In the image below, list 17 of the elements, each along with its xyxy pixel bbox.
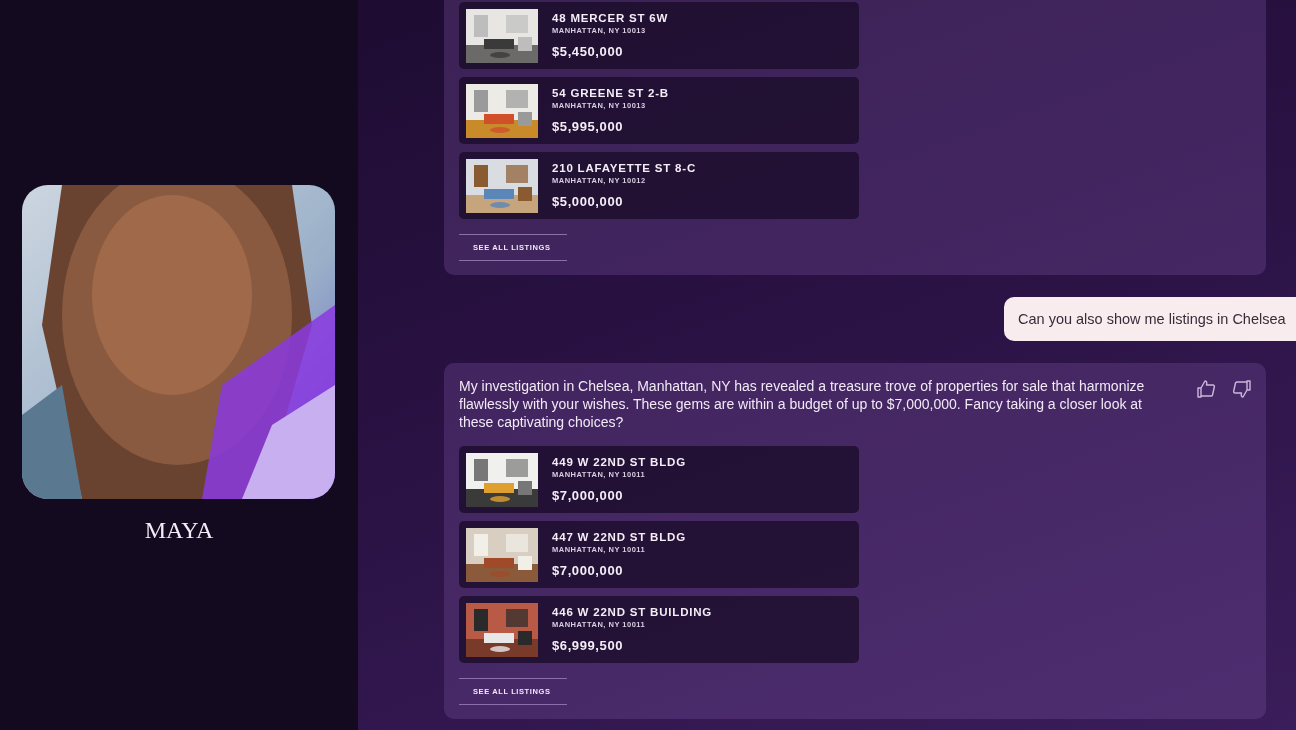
assistant-name: MAYA xyxy=(144,516,214,544)
listing-price: $5,995,000 xyxy=(552,119,625,134)
listing-address: 449 W 22ND ST BLDG xyxy=(552,456,686,468)
thumbs-down-icon[interactable] xyxy=(1232,379,1252,399)
listing-price: $7,000,000 xyxy=(552,563,625,578)
assistant-message-text: My investigation in Chelsea, Manhattan, NY has revealed a treasure trove of properties for sale that harmonize flawlessly with your wishes. These gems are within a budget of up to $7,000,000. Fancy taking a closer look at these captivating choices? xyxy=(459,377,1146,431)
listing-address: 210 LAFAYETTE ST 8-C xyxy=(552,162,697,174)
listing-price: $5,450,000 xyxy=(552,44,625,59)
user-message: Can you also show me listings in Chelsea xyxy=(1004,297,1296,341)
listing-address: 54 GREENE ST 2-B xyxy=(552,87,669,99)
listing-address: 48 MERCER ST 6W xyxy=(552,12,669,24)
listing-address: 447 W 22ND ST BLDG xyxy=(552,531,686,543)
listing-address: 446 W 22ND ST BUILDING xyxy=(552,606,713,618)
listing-price: $7,000,000 xyxy=(552,488,625,503)
listing-price: $5,000,000 xyxy=(552,194,625,209)
thumbs-up-icon[interactable] xyxy=(1196,379,1216,399)
listing-price: $6,999,500 xyxy=(552,638,625,653)
